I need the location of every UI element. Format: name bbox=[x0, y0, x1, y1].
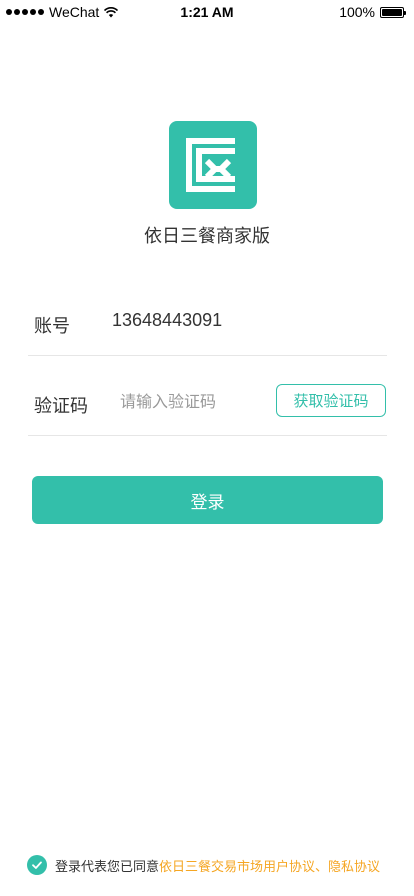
account-label: 账号 bbox=[34, 316, 70, 337]
login-button[interactable]: 登录 bbox=[32, 476, 383, 524]
account-input[interactable] bbox=[112, 310, 312, 331]
app-name: 依日三餐商家版 bbox=[144, 226, 270, 247]
agreement-links[interactable]: 依日三餐交易市场用户协议、隐私协议 bbox=[159, 856, 380, 875]
app-logo bbox=[169, 121, 257, 209]
status-bar: WeChat 1:21 AM 100% bbox=[0, 0, 414, 24]
battery-icon bbox=[380, 6, 406, 18]
code-label: 验证码 bbox=[34, 396, 88, 417]
checkmark-icon bbox=[32, 861, 42, 869]
code-input[interactable] bbox=[120, 392, 270, 411]
account-row: 账号 bbox=[28, 276, 387, 356]
status-right: 100% bbox=[339, 4, 406, 20]
code-row: 验证码 获取验证码 bbox=[28, 356, 387, 436]
agreement-checkbox[interactable] bbox=[27, 855, 47, 875]
agreement-text: 登录代表您已同意 bbox=[55, 859, 160, 875]
agreement: 登录代表您已同意 依日三餐交易市场用户协议、隐私协议 bbox=[27, 855, 380, 875]
get-code-button[interactable]: 获取验证码 bbox=[276, 384, 386, 417]
app-logo-icon bbox=[186, 138, 235, 192]
battery-percent: 100% bbox=[339, 4, 375, 20]
